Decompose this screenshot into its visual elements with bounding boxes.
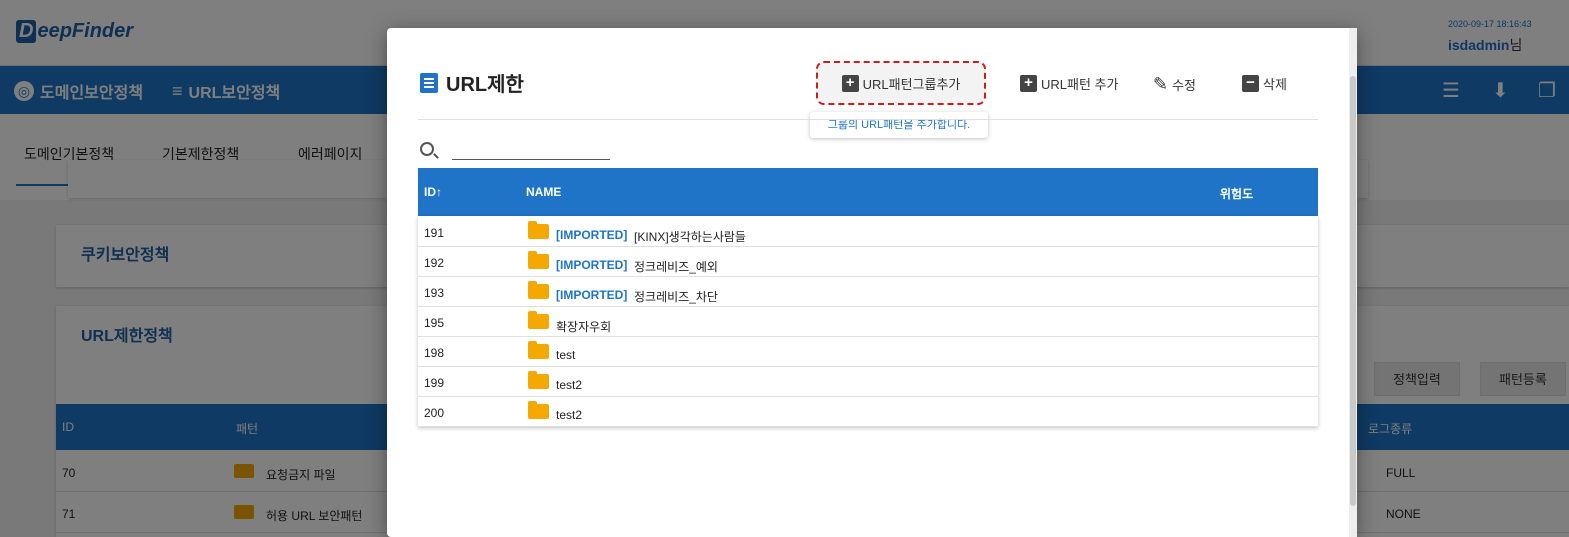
modal-scrollbar[interactable]: [1349, 28, 1357, 537]
minus-box-icon: −: [1242, 75, 1259, 92]
col-risk[interactable]: 위험도: [1220, 185, 1253, 202]
table-row[interactable]: 191 [IMPORTED] [KINX]생각하는사람들: [418, 217, 1318, 247]
table-row[interactable]: 195 확장자우회: [418, 307, 1318, 337]
table-row[interactable]: 198 test: [418, 337, 1318, 367]
pencil-icon: ✎: [1153, 74, 1169, 94]
plus-box-icon: +: [1020, 75, 1037, 92]
folder-icon: [528, 311, 549, 329]
modal-table-header: ID↑ NAME 위험도: [418, 168, 1318, 216]
add-url-pattern-group-button[interactable]: + URL패턴그룹추가: [816, 61, 986, 105]
folder-icon: [528, 251, 549, 269]
modal-divider: [418, 119, 1318, 120]
col-name[interactable]: NAME: [526, 185, 561, 199]
document-list-icon: [420, 72, 438, 93]
table-row[interactable]: 199 test2: [418, 367, 1318, 397]
sort-up-icon: ↑: [436, 185, 442, 199]
add-url-pattern-button[interactable]: + URL패턴 추가: [1020, 74, 1118, 93]
folder-icon: [528, 281, 549, 299]
add-group-tooltip: 그룹의 URL패턴을 추가합니다.: [810, 112, 988, 138]
modal-title: URL제한: [420, 68, 524, 97]
table-row[interactable]: 200 test2: [418, 397, 1318, 427]
plus-box-icon: +: [841, 74, 859, 92]
folder-icon: [528, 341, 549, 359]
scrollbar-thumb[interactable]: [1350, 76, 1356, 506]
search-icon: [420, 142, 434, 156]
imported-tag: [IMPORTED]: [556, 288, 628, 302]
table-row[interactable]: 192 [IMPORTED] 정크레비즈_예외: [418, 247, 1318, 277]
folder-icon: [528, 221, 549, 239]
col-id-sorted[interactable]: ID↑: [424, 185, 442, 199]
delete-button[interactable]: − 삭제: [1242, 74, 1287, 93]
imported-tag: [IMPORTED]: [556, 258, 628, 272]
search-input[interactable]: [452, 142, 610, 160]
folder-icon: [528, 401, 549, 419]
edit-button[interactable]: ✎ 수정: [1153, 74, 1196, 95]
folder-icon: [528, 371, 549, 389]
table-row[interactable]: 193 [IMPORTED] 정크레비즈_차단: [418, 277, 1318, 307]
imported-tag: [IMPORTED]: [556, 228, 628, 242]
